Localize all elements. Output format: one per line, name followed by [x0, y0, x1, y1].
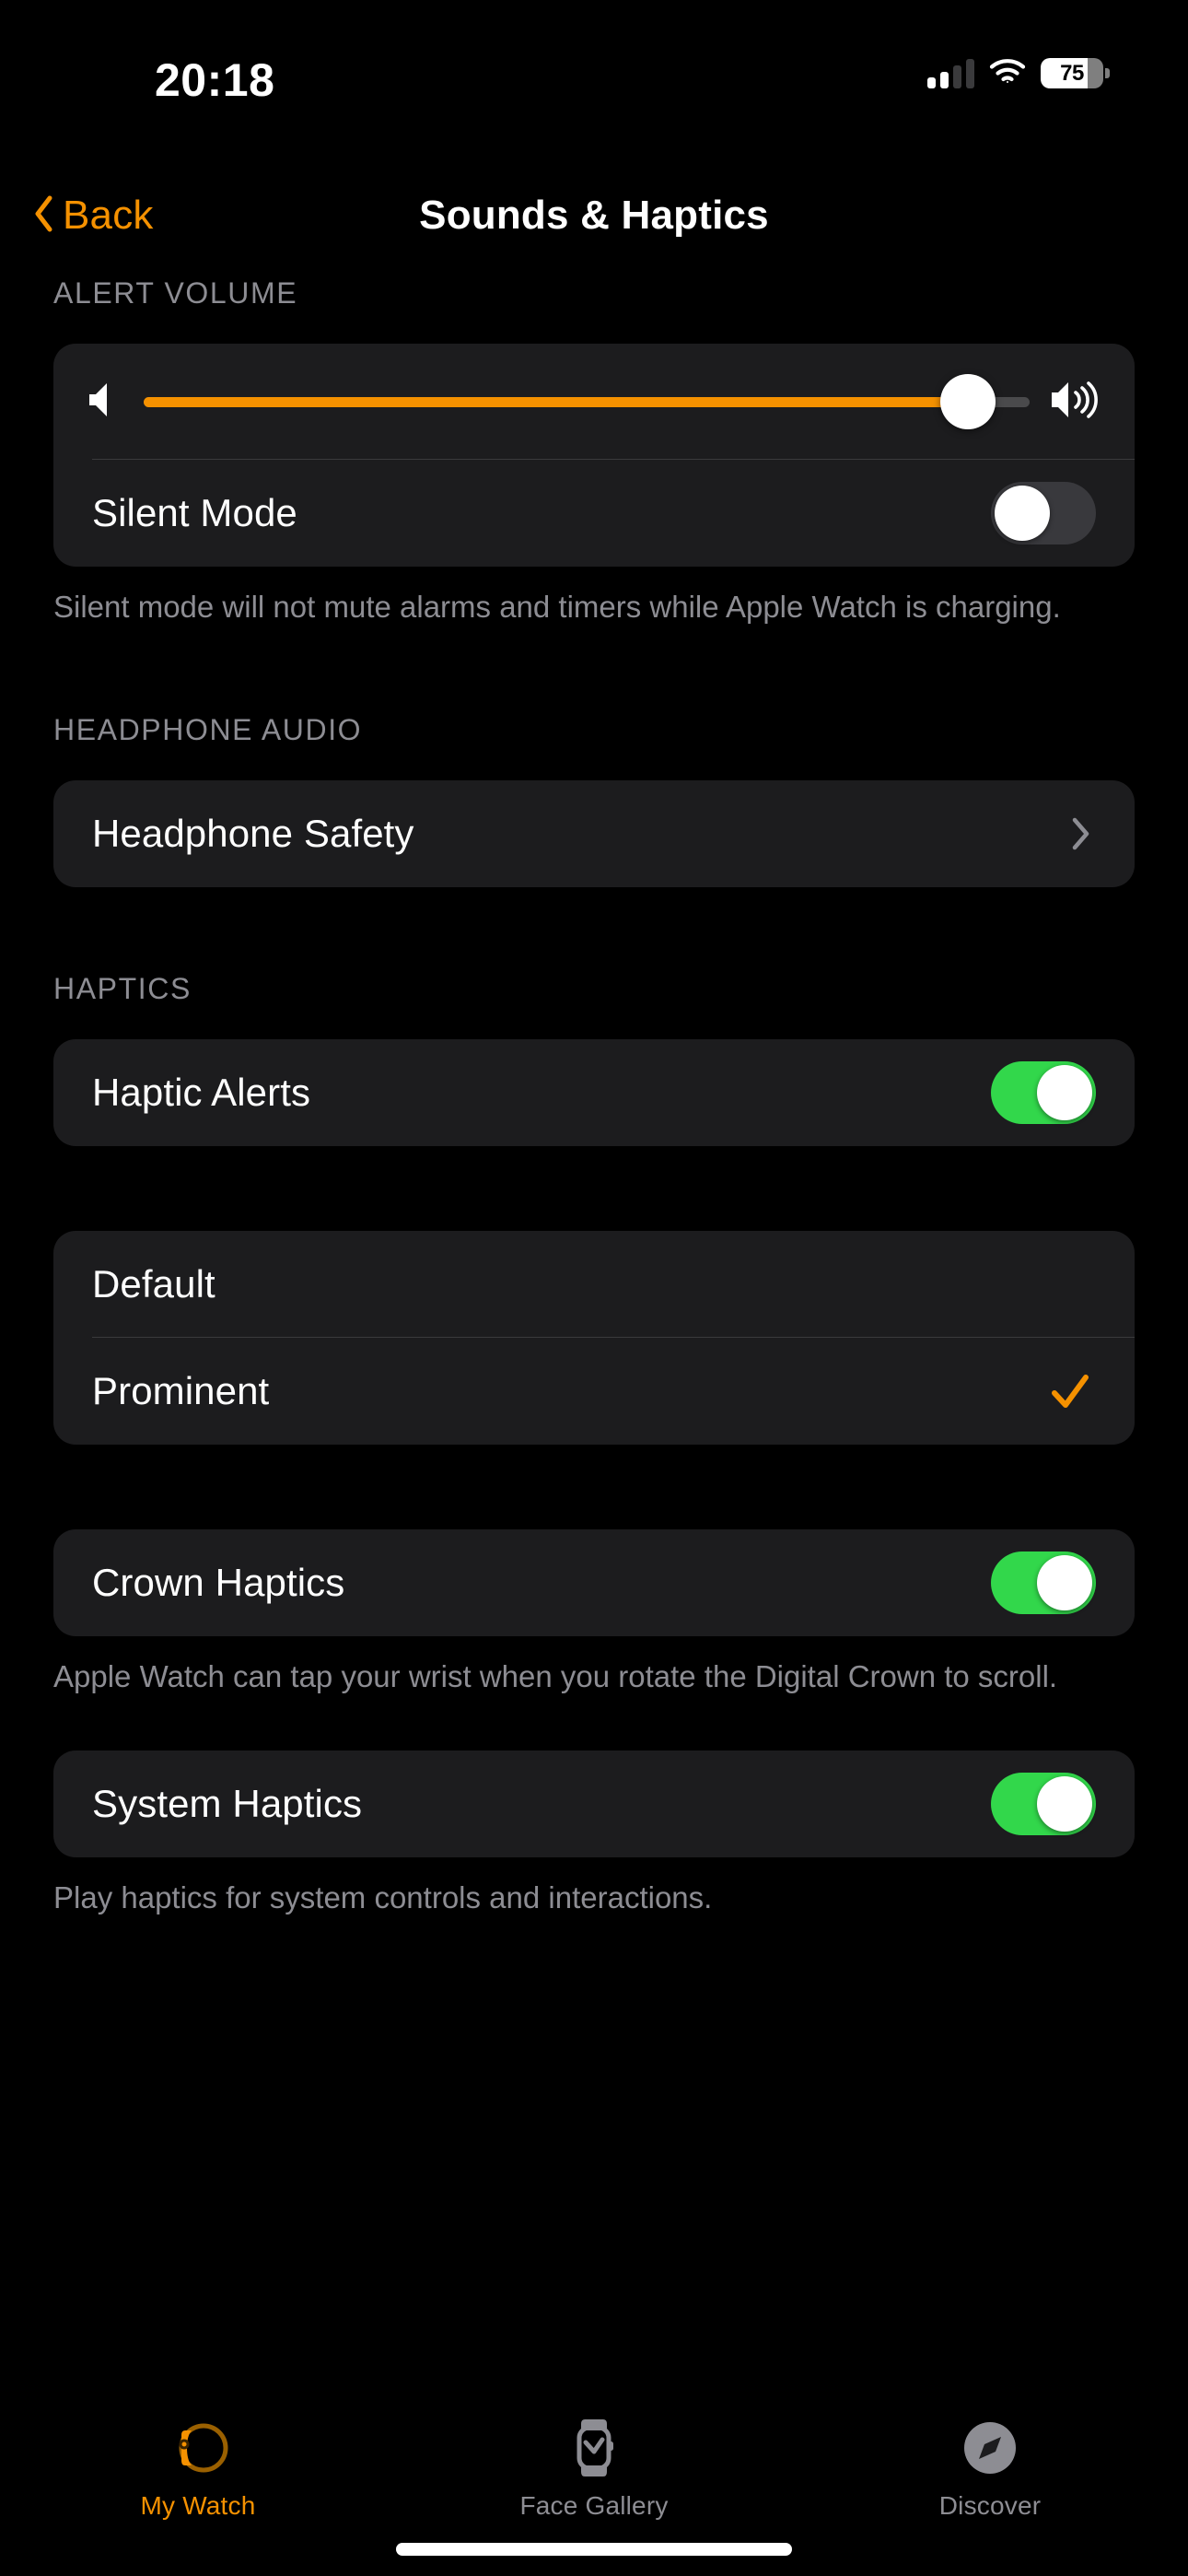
- home-indicator[interactable]: [396, 2543, 792, 2556]
- tab-my-watch[interactable]: My Watch: [0, 2414, 396, 2521]
- alert-volume-card: Silent Mode: [53, 344, 1135, 567]
- haptic-intensity-card: Default Prominent: [53, 1230, 1135, 1445]
- cellular-signal-icon: [927, 58, 974, 88]
- haptic-intensity-option-prominent[interactable]: Prominent: [53, 1338, 1135, 1445]
- haptic-alerts-card: Haptic Alerts: [53, 1038, 1135, 1146]
- speaker-high-icon: [1050, 379, 1101, 426]
- battery-icon: 75: [1041, 58, 1110, 88]
- apple-watch-side-icon: [164, 2414, 232, 2482]
- tab-discover[interactable]: Discover: [792, 2414, 1188, 2521]
- crown-haptics-label: Crown Haptics: [92, 1560, 345, 1604]
- crown-haptics-footer: Apple Watch can tap your wrist when you …: [53, 1658, 1058, 1693]
- section-header-haptics: HAPTICS: [53, 971, 192, 1005]
- page-title: Sounds & Haptics: [419, 193, 769, 238]
- headphone-audio-card: Headphone Safety: [53, 779, 1135, 887]
- system-haptics-label: System Haptics: [92, 1782, 363, 1826]
- watch-face-icon: [560, 2414, 628, 2482]
- system-haptics-row[interactable]: System Haptics: [53, 1751, 1135, 1857]
- status-indicators: 75: [927, 57, 1110, 89]
- haptic-alerts-label: Haptic Alerts: [92, 1070, 311, 1114]
- app-screen: 20:18 75 Back Sounds & Haptics ALERT VOL…: [0, 0, 1188, 2576]
- silent-mode-row[interactable]: Silent Mode: [53, 460, 1135, 567]
- silent-mode-label: Silent Mode: [92, 491, 297, 534]
- tab-face-gallery[interactable]: Face Gallery: [396, 2414, 792, 2521]
- crown-haptics-toggle[interactable]: [991, 1551, 1096, 1614]
- settings-list: ALERT VOLUME Silent Mode Silent mode wil…: [0, 276, 1188, 1919]
- status-bar: 20:18 75: [0, 0, 1188, 138]
- headphone-safety-label: Headphone Safety: [92, 811, 414, 855]
- silent-mode-toggle[interactable]: [991, 482, 1096, 544]
- status-time: 20:18: [155, 54, 275, 106]
- haptic-intensity-default-label: Default: [92, 1261, 215, 1306]
- section-header-headphone-audio: HEADPHONE AUDIO: [53, 712, 363, 746]
- headphone-safety-row[interactable]: Headphone Safety: [53, 780, 1135, 887]
- crown-haptics-row[interactable]: Crown Haptics: [53, 1529, 1135, 1636]
- section-header-alert-volume: ALERT VOLUME: [53, 276, 298, 310]
- tab-discover-label: Discover: [938, 2491, 1042, 2520]
- tab-face-gallery-label: Face Gallery: [519, 2491, 669, 2520]
- haptic-intensity-option-default[interactable]: Default: [53, 1231, 1135, 1338]
- haptic-intensity-prominent-label: Prominent: [92, 1368, 270, 1412]
- haptic-alerts-row[interactable]: Haptic Alerts: [53, 1039, 1135, 1146]
- system-haptics-toggle[interactable]: [991, 1773, 1096, 1836]
- alert-volume-row: [53, 344, 1135, 460]
- compass-icon: [956, 2414, 1024, 2482]
- battery-percent-label: 75: [1060, 60, 1084, 86]
- speaker-low-icon: [87, 380, 123, 425]
- navigation-bar: Back Sounds & Haptics: [0, 168, 1188, 263]
- haptic-alerts-toggle[interactable]: [991, 1060, 1096, 1124]
- alert-volume-slider[interactable]: [144, 374, 1030, 429]
- tab-my-watch-label: My Watch: [140, 2491, 256, 2520]
- system-haptics-card: System Haptics: [53, 1751, 1135, 1858]
- system-haptics-footer: Play haptics for system controls and int…: [53, 1880, 713, 1915]
- silent-mode-footer: Silent mode will not mute alarms and tim…: [53, 590, 1061, 624]
- crown-haptics-card: Crown Haptics: [53, 1528, 1135, 1636]
- wifi-icon: [989, 57, 1026, 89]
